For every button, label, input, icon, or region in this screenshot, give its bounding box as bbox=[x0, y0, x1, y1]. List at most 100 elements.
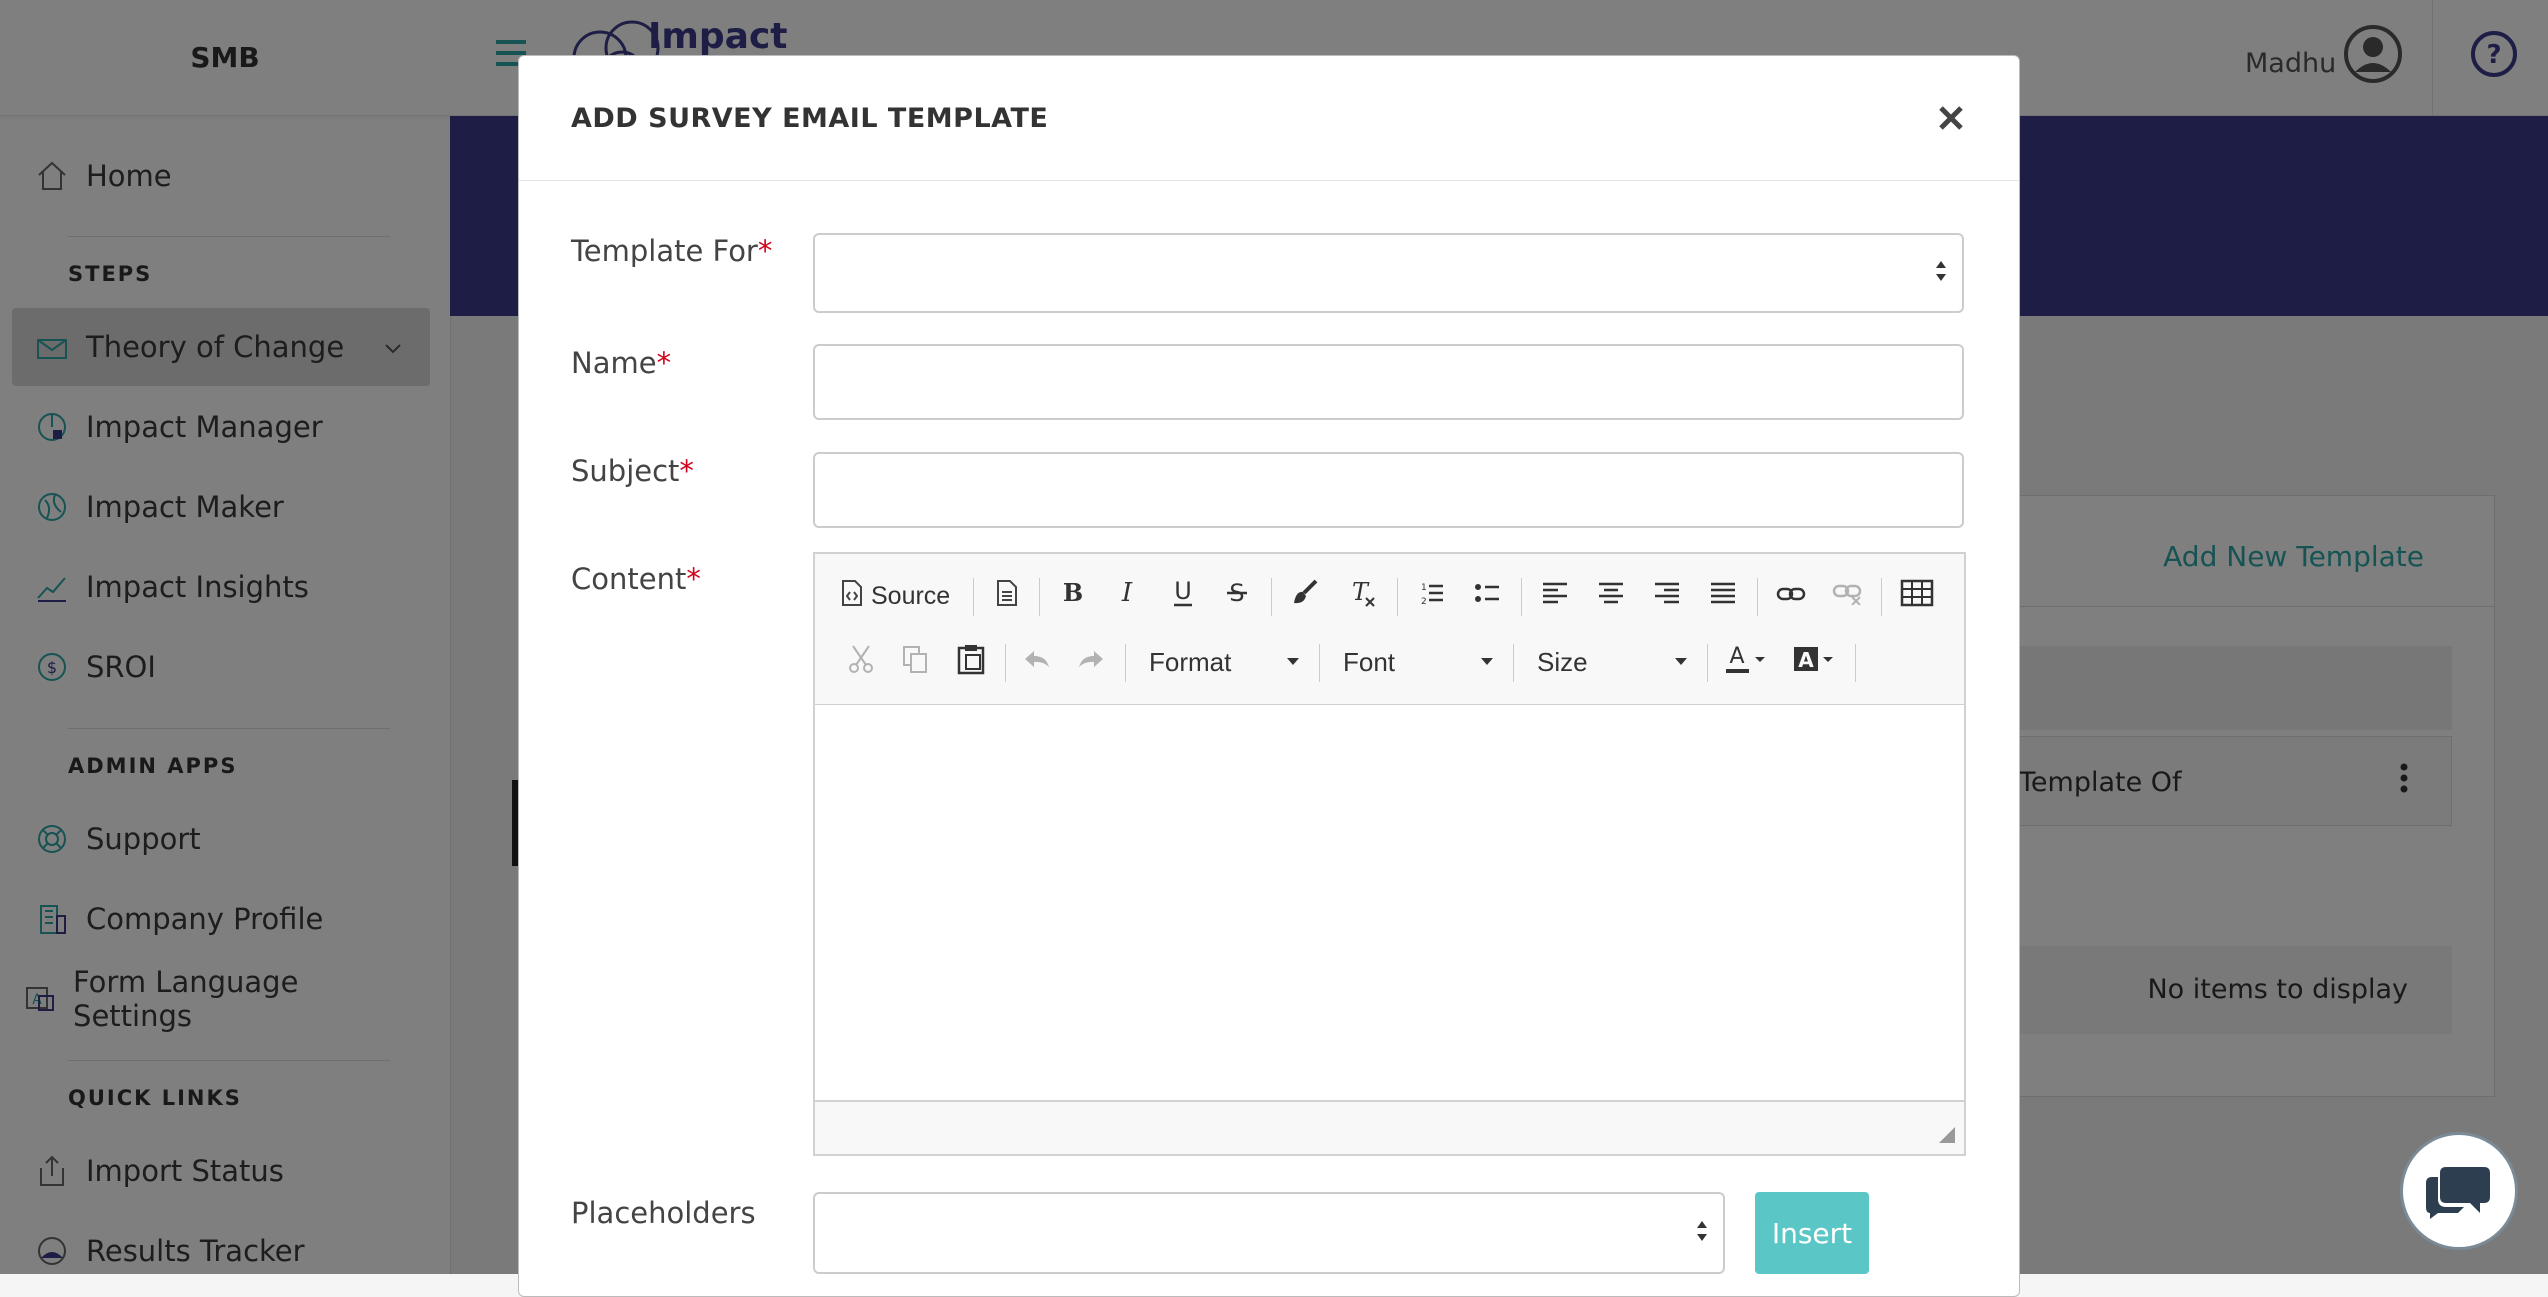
editor-content-area[interactable] bbox=[815, 704, 1964, 1104]
source-label: Source bbox=[871, 581, 951, 610]
bold-icon: B bbox=[1062, 578, 1084, 613]
toolbar-separator bbox=[1521, 578, 1522, 616]
add-survey-email-template-modal: ADD SURVEY EMAIL TEMPLATE Template For* … bbox=[518, 55, 2020, 1297]
modal-title: ADD SURVEY EMAIL TEMPLATE bbox=[571, 102, 1049, 134]
svg-text:U: U bbox=[1174, 578, 1192, 605]
italic-button[interactable]: I bbox=[1105, 574, 1149, 618]
svg-text:T: T bbox=[1352, 578, 1370, 606]
toolbar-separator bbox=[1271, 578, 1272, 616]
text-color-button[interactable]: A bbox=[1719, 640, 1775, 684]
align-right-button[interactable] bbox=[1645, 574, 1689, 618]
toolbar-separator bbox=[1125, 644, 1126, 682]
copy-button[interactable] bbox=[893, 640, 937, 684]
toolbar-separator bbox=[1513, 644, 1514, 682]
placeholders-label: Placeholders bbox=[571, 1196, 756, 1230]
source-button[interactable]: Source bbox=[841, 574, 950, 618]
paintbrush-icon bbox=[1290, 578, 1320, 615]
table-button[interactable] bbox=[1895, 574, 1939, 618]
subject-input[interactable] bbox=[813, 452, 1964, 528]
insert-button[interactable]: Insert bbox=[1755, 1192, 1869, 1274]
size-dropdown[interactable]: Size bbox=[1537, 640, 1687, 684]
format-dropdown[interactable]: Format bbox=[1149, 640, 1299, 684]
background-color-button[interactable]: A bbox=[1787, 640, 1843, 684]
svg-text:1: 1 bbox=[1421, 583, 1427, 593]
svg-text:2: 2 bbox=[1421, 597, 1427, 607]
undo-icon bbox=[1022, 647, 1052, 678]
resize-handle-icon[interactable] bbox=[1938, 1126, 1956, 1148]
strikethrough-icon: S bbox=[1225, 578, 1249, 615]
cut-button[interactable] bbox=[839, 640, 883, 684]
svg-text:A: A bbox=[1729, 644, 1744, 669]
content-label: Content* bbox=[571, 562, 701, 596]
numbered-list-icon: 12 bbox=[1417, 579, 1445, 614]
clear-formatting-icon: T bbox=[1348, 578, 1378, 615]
font-dropdown[interactable]: Font bbox=[1343, 640, 1493, 684]
template-for-label: Template For* bbox=[571, 234, 773, 268]
font-label: Font bbox=[1343, 646, 1396, 677]
underline-button[interactable]: U bbox=[1161, 574, 1205, 618]
toolbar-separator bbox=[1039, 578, 1040, 616]
strikethrough-button[interactable]: S bbox=[1215, 574, 1259, 618]
chat-widget-button[interactable] bbox=[2400, 1132, 2518, 1250]
numbered-list-button[interactable]: 12 bbox=[1409, 574, 1453, 618]
size-label: Size bbox=[1537, 646, 1588, 677]
subject-label: Subject* bbox=[571, 454, 694, 488]
align-left-button[interactable] bbox=[1533, 574, 1577, 618]
modal-header: ADD SURVEY EMAIL TEMPLATE bbox=[519, 56, 2019, 181]
toolbar-separator bbox=[1397, 578, 1398, 616]
copy-formatting-button[interactable] bbox=[1283, 574, 1327, 618]
name-label: Name* bbox=[571, 346, 672, 380]
scissors-icon bbox=[847, 644, 875, 681]
paste-button[interactable] bbox=[949, 640, 993, 684]
toolbar-separator bbox=[1855, 644, 1856, 682]
caret-down-icon bbox=[1675, 658, 1687, 665]
bold-button[interactable]: B bbox=[1051, 574, 1095, 618]
placeholders-select[interactable] bbox=[813, 1192, 1725, 1274]
align-center-button[interactable] bbox=[1589, 574, 1633, 618]
select-arrows-icon bbox=[1934, 257, 1948, 289]
svg-text:A: A bbox=[1798, 648, 1814, 672]
justify-button[interactable] bbox=[1701, 574, 1745, 618]
redo-icon bbox=[1076, 647, 1106, 678]
close-icon[interactable] bbox=[1933, 100, 1969, 136]
toolbar-separator bbox=[1707, 644, 1708, 682]
preview-button[interactable] bbox=[987, 574, 1027, 618]
select-arrows-icon bbox=[1695, 1217, 1709, 1249]
name-input[interactable] bbox=[813, 344, 1964, 420]
clipboard-icon bbox=[957, 643, 985, 682]
editor-toolbar: Source B I U S T 1 2 Format Font Size A … bbox=[815, 554, 1964, 705]
table-icon bbox=[1900, 579, 1934, 614]
editor-status-bar bbox=[815, 1100, 1964, 1154]
source-icon bbox=[841, 579, 863, 614]
text-color-icon: A bbox=[1725, 643, 1769, 682]
toolbar-separator bbox=[1757, 578, 1758, 616]
align-center-icon bbox=[1598, 581, 1624, 612]
justify-icon bbox=[1710, 581, 1736, 612]
template-for-select[interactable] bbox=[813, 233, 1964, 313]
bulleted-list-button[interactable] bbox=[1465, 574, 1509, 618]
caret-down-icon bbox=[1481, 658, 1493, 665]
toolbar-separator bbox=[1005, 644, 1006, 682]
svg-text:I: I bbox=[1121, 579, 1133, 607]
undo-button[interactable] bbox=[1015, 640, 1059, 684]
chat-icon bbox=[2424, 1157, 2494, 1225]
link-button[interactable] bbox=[1769, 574, 1813, 618]
align-right-icon bbox=[1654, 581, 1680, 612]
bulleted-list-icon bbox=[1473, 579, 1501, 614]
italic-icon: I bbox=[1116, 578, 1138, 614]
unlink-button[interactable] bbox=[1825, 574, 1869, 618]
remove-format-button[interactable]: T bbox=[1341, 574, 1385, 618]
toolbar-separator bbox=[1881, 578, 1882, 616]
background-color-icon: A bbox=[1793, 643, 1837, 682]
rich-text-editor: Source B I U S T 1 2 Format Font Size A … bbox=[813, 552, 1966, 1156]
link-icon bbox=[1776, 582, 1806, 611]
redo-button[interactable] bbox=[1069, 640, 1113, 684]
toolbar-separator bbox=[973, 578, 974, 616]
align-left-icon bbox=[1542, 581, 1568, 612]
copy-icon bbox=[901, 644, 929, 681]
svg-text:B: B bbox=[1063, 579, 1083, 607]
caret-down-icon bbox=[1287, 658, 1299, 665]
document-icon bbox=[996, 579, 1018, 614]
unlink-icon bbox=[1832, 581, 1862, 612]
format-label: Format bbox=[1149, 646, 1232, 677]
